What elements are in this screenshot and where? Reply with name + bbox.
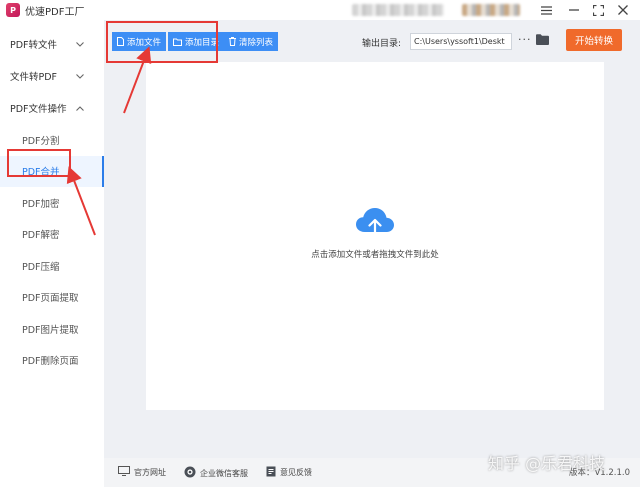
main-panel: 添加文件 添加目录 清除列表 输出目录: C:\Users\yssoft1\De… — [104, 20, 640, 458]
app-logo: P — [6, 3, 20, 17]
app-title: 优速PDF工厂 — [25, 6, 85, 18]
chevron-down-icon — [76, 72, 84, 81]
sidebar-item-pdf-encrypt[interactable]: PDF加密 — [0, 187, 104, 219]
sidebar-item-pdf-image-extract[interactable]: PDF图片提取 — [0, 313, 104, 345]
sidebar-item-pdf-decrypt[interactable]: PDF解密 — [0, 219, 104, 251]
feedback-label: 意见反馈 — [280, 468, 312, 477]
browse-more-button[interactable]: ··· — [518, 33, 532, 46]
sidebar-group-label: 文件转PDF — [10, 72, 58, 83]
wechat-support-link[interactable]: 企业微信客服 — [184, 466, 248, 480]
sidebar-group-file-to-pdf[interactable]: 文件转PDF — [0, 60, 104, 92]
sidebar-group-label: PDF转文件 — [10, 40, 58, 51]
sidebar-item-pdf-compress[interactable]: PDF压缩 — [0, 250, 104, 282]
wechat-icon — [184, 466, 196, 480]
official-website-link[interactable]: 官方网址 — [118, 466, 166, 478]
sidebar-group-pdf-operations[interactable]: PDF文件操作 — [0, 92, 104, 124]
feedback-icon — [266, 466, 276, 479]
blurred-region — [462, 4, 520, 16]
chevron-up-icon — [76, 104, 84, 113]
highlight-box-toolbar — [106, 21, 218, 63]
close-icon[interactable] — [614, 1, 632, 19]
sidebar-group-pdf-to-file[interactable]: PDF转文件 — [0, 28, 104, 60]
drop-hint-text: 点击添加文件或者拖拽文件到此处 — [311, 250, 439, 260]
clear-list-label: 清除列表 — [239, 37, 274, 48]
menu-icon[interactable] — [537, 1, 555, 19]
feedback-link[interactable]: 意见反馈 — [266, 466, 312, 479]
blurred-region — [352, 4, 444, 16]
watermark-text: 知乎 @乐君科技 — [488, 454, 606, 473]
output-dir-label: 输出目录: — [362, 39, 402, 49]
sidebar-item-pdf-page-extract[interactable]: PDF页面提取 — [0, 282, 104, 314]
cloud-upload-icon — [354, 206, 396, 243]
maximize-icon[interactable] — [589, 1, 607, 19]
clear-list-button[interactable]: 清除列表 — [224, 32, 279, 51]
folder-icon[interactable] — [536, 34, 549, 48]
output-dir-field[interactable]: C:\Users\yssoft1\Deskt — [410, 33, 512, 50]
sidebar-item-pdf-delete-pages[interactable]: PDF删除页面 — [0, 345, 104, 377]
start-convert-button[interactable]: 开始转换 — [566, 29, 622, 51]
minimize-icon[interactable] — [565, 1, 583, 19]
trash-icon — [229, 37, 236, 46]
chevron-down-icon — [76, 40, 84, 49]
sidebar-group-label: PDF文件操作 — [10, 104, 67, 115]
sidebar: PDF转文件 文件转PDF PDF文件操作 PDF分割 PDF合并 PDF加密 … — [0, 28, 104, 458]
monitor-icon — [118, 466, 130, 478]
file-drop-zone[interactable]: 点击添加文件或者拖拽文件到此处 — [146, 62, 604, 410]
highlight-box-pdf-merge — [7, 149, 71, 177]
official-website-label: 官方网址 — [134, 467, 166, 477]
wechat-support-label: 企业微信客服 — [200, 468, 248, 478]
